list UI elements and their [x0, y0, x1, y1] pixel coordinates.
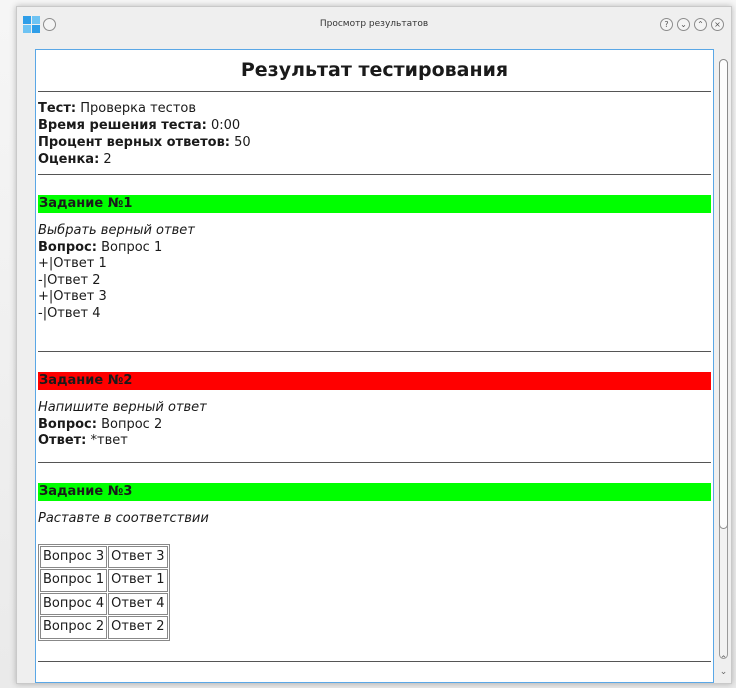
question-label: Вопрос: — [38, 416, 97, 432]
answer-text: *твет — [90, 433, 128, 448]
meta-label: Тест: — [38, 101, 77, 116]
meta-percent: Процент верных ответов: 50 — [38, 134, 711, 151]
task-question: Вопрос: Вопрос 2 — [38, 417, 711, 434]
meta-time: Время решения теста: 0:00 — [38, 117, 711, 134]
meta-value: 50 — [234, 135, 251, 150]
meta-label: Процент верных ответов: — [38, 135, 231, 150]
scroll-up-icon[interactable]: ⌃ — [718, 655, 729, 665]
results-window: Просмотр результатов ? ⌄ ⌃ × Результат т… — [16, 6, 732, 684]
task-2-body: Напишите верный ответ Вопрос: Вопрос 2 О… — [38, 390, 711, 462]
task-1-heading: Задание №1 — [38, 195, 711, 213]
table-row: Вопрос 1 Ответ 1 — [40, 569, 168, 592]
answer-label: Ответ: — [38, 433, 87, 448]
maximize-icon[interactable]: ⌃ — [694, 18, 707, 31]
table-row: Вопрос 3 Ответ 3 — [40, 545, 168, 568]
report-title: Результат тестирования — [240, 59, 509, 81]
window-titlebar[interactable]: Просмотр результатов ? ⌄ ⌃ × — [17, 7, 731, 45]
task-instruction: Раставте в соответствии — [38, 511, 209, 526]
scrollbar-thumb[interactable] — [719, 59, 728, 529]
meta-value: Проверка тестов — [80, 101, 197, 116]
question-text: Вопрос 1 — [101, 239, 163, 255]
help-icon[interactable]: ? — [660, 18, 673, 31]
table-cell: Ответ 3 — [108, 545, 168, 568]
close-icon[interactable]: × — [711, 18, 724, 31]
meta-test: Тест: Проверка тестов — [38, 100, 711, 117]
question-label: Вопрос: — [38, 239, 97, 255]
vertical-scrollbar[interactable]: ⌃ ⌄ — [716, 49, 730, 683]
task-3-body: Раставте в соответствии Вопрос 3 Ответ 3… — [38, 501, 711, 661]
option-2: -|Ответ 2 — [38, 272, 101, 288]
meta-label: Время решения теста: — [38, 118, 207, 133]
table-cell: Ответ 2 — [108, 616, 168, 639]
window-title: Просмотр результатов — [319, 19, 429, 29]
option-4: -|Ответ 4 — [38, 305, 101, 321]
task-answer: Ответ: *твет — [38, 433, 711, 450]
scroll-down-icon[interactable]: ⌄ — [718, 667, 729, 677]
table-cell: Вопрос 2 — [40, 616, 108, 639]
table-cell: Вопрос 1 — [40, 569, 108, 592]
minimize-icon[interactable]: ⌄ — [677, 18, 690, 31]
task-3-heading: Задание №3 — [38, 483, 711, 501]
task-instruction: Выбрать верный ответ — [38, 223, 195, 238]
task-2-heading: Задание №2 — [38, 372, 711, 390]
task-instruction: Напишите верный ответ — [38, 400, 207, 415]
table-row: Вопрос 2 Ответ 2 — [40, 616, 168, 639]
report: Результат тестирования Тест: Проверка те… — [36, 59, 713, 662]
table-cell: Вопрос 4 — [40, 592, 108, 615]
test-summary: Тест: Проверка тестов Время решения тест… — [38, 92, 711, 174]
meta-grade: Оценка: 2 — [38, 151, 711, 168]
option-1: +|Ответ 1 — [38, 256, 107, 271]
divider — [38, 661, 711, 662]
question-text: Вопрос 2 — [101, 416, 163, 432]
task-question: Вопрос: Вопрос 1 — [38, 240, 711, 257]
results-view[interactable]: Результат тестирования Тест: Проверка те… — [35, 49, 714, 683]
table-cell: Ответ 1 — [108, 569, 168, 592]
matching-table: Вопрос 3 Ответ 3 Вопрос 1 Ответ 1 Вопрос… — [38, 543, 170, 641]
meta-value: 2 — [103, 152, 112, 167]
table-row: Вопрос 4 Ответ 4 — [40, 592, 168, 615]
meta-value: 0:00 — [210, 118, 241, 133]
table-cell: Вопрос 3 — [40, 545, 108, 568]
option-3: +|Ответ 3 — [38, 289, 107, 304]
meta-label: Оценка: — [38, 152, 100, 167]
table-cell: Ответ 4 — [108, 592, 168, 615]
task-1-body: Выбрать верный ответ Вопрос: Вопрос 1 +|… — [38, 213, 711, 351]
